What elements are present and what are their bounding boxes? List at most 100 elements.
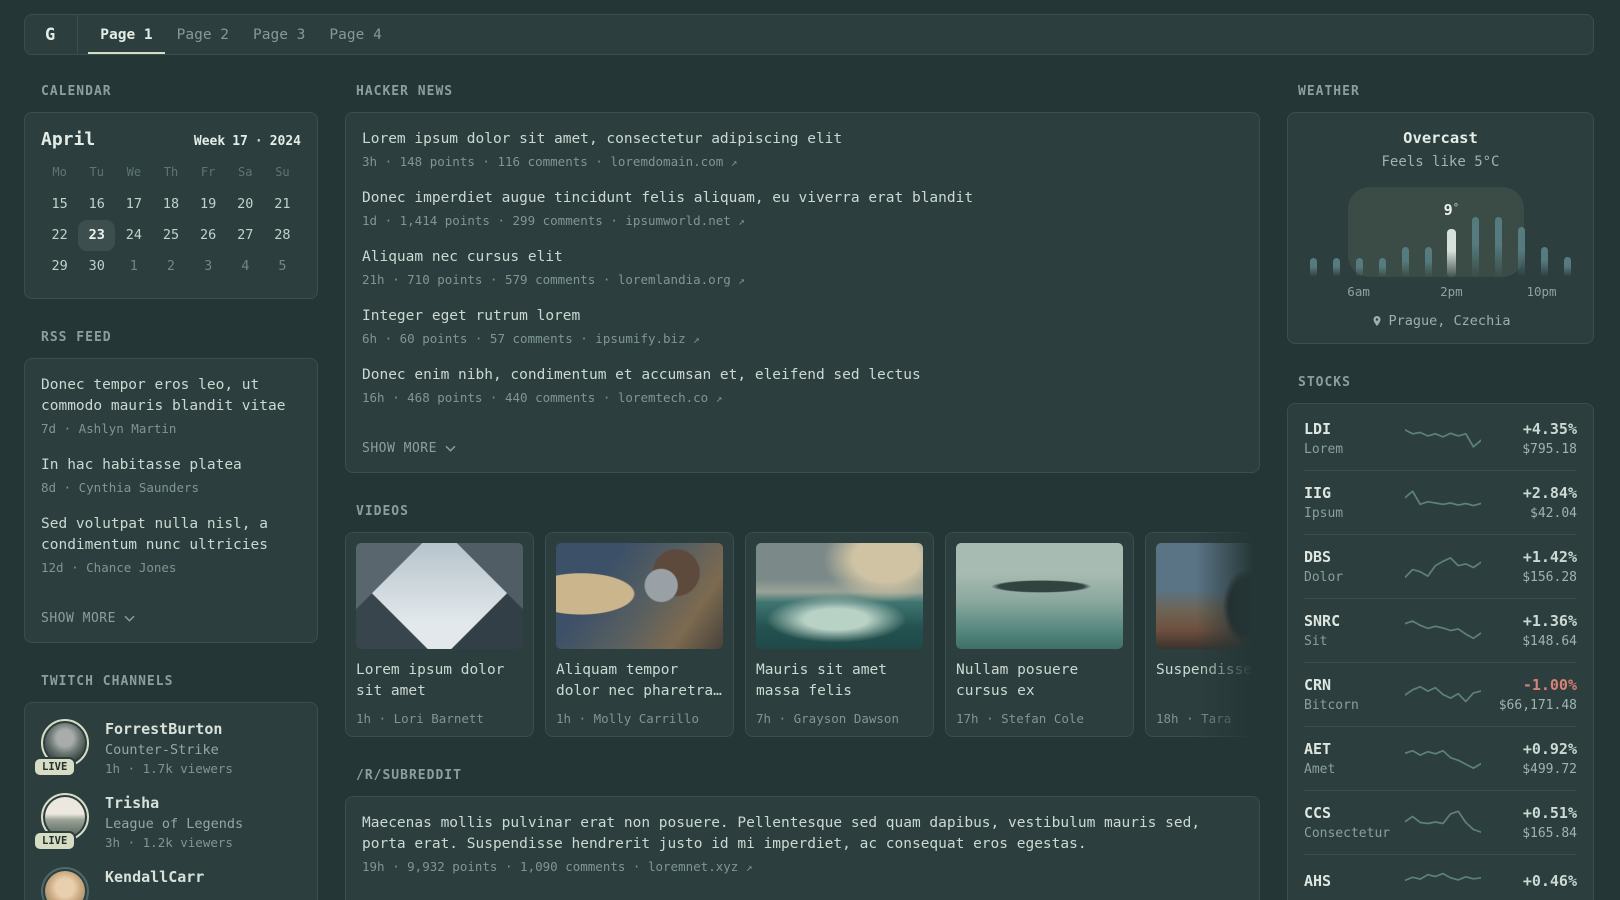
- rss-show-more-button[interactable]: SHOW MORE: [41, 611, 136, 626]
- tab-page-2[interactable]: Page 2: [165, 15, 241, 54]
- weather-card: Overcast Feels like 5°C 9° 6am 2pm 10pm …: [1287, 112, 1594, 344]
- stock-row[interactable]: AHS +0.46%: [1304, 854, 1577, 900]
- video-card[interactable]: Mauris sit amet massa felis 7h · Grayson…: [745, 532, 934, 737]
- live-badge: LIVE: [35, 833, 75, 849]
- nav-divider: [77, 15, 79, 54]
- video-title[interactable]: Aliquam tempor dolor nec pharetra…: [556, 660, 723, 702]
- hn-domain-link[interactable]: ipsumworld.net ↗: [625, 213, 745, 228]
- stock-values: +0.51% $165.84: [1481, 804, 1577, 841]
- rss-item-meta: 7d · Ashlyn Martin: [41, 421, 177, 436]
- tab-page-4[interactable]: Page 4: [317, 15, 393, 54]
- weather-bar: [1355, 258, 1363, 277]
- hn-meta-text: 6h · 60 points · 57 comments ·: [362, 331, 596, 346]
- app-logo[interactable]: G: [45, 15, 77, 54]
- videos-carousel: Lorem ipsum dolor sit amet consectetu… 1…: [345, 532, 1260, 737]
- stock-id: LDI Lorem: [1304, 420, 1405, 457]
- stock-row[interactable]: CCS Consectetur +0.51% $165.84: [1304, 790, 1577, 854]
- reddit-post-title[interactable]: Maecenas mollis pulvinar erat non posuer…: [362, 813, 1243, 855]
- calendar-year: 2024: [269, 134, 301, 149]
- stock-id: AHS: [1304, 872, 1405, 894]
- stock-name: Amet: [1304, 762, 1336, 777]
- hn-meta-text: 1d · 1,414 points · 299 comments ·: [362, 213, 626, 228]
- external-link-icon: ↗: [730, 156, 738, 169]
- twitch-channel-name[interactable]: ForrestBurton: [105, 719, 233, 739]
- hn-domain-link[interactable]: loremtech.co ↗: [618, 390, 722, 405]
- location-pin-icon: [1373, 316, 1381, 326]
- live-badge: LIVE: [35, 759, 75, 775]
- hn-item-title[interactable]: Integer eget rutrum lorem: [362, 306, 1243, 327]
- stock-sparkline: [1405, 749, 1481, 769]
- weather-bar: [1332, 258, 1340, 277]
- stock-row[interactable]: SNRC Sit +1.36% $148.64: [1304, 598, 1577, 662]
- rss-item-title[interactable]: Sed volutpat nulla nisl, a condimentum n…: [41, 514, 301, 556]
- calendar-day: 28: [274, 227, 291, 243]
- stock-values: -1.00% $66,171.48: [1481, 676, 1577, 713]
- day-name: Su: [275, 165, 290, 179]
- hn-show-more-button[interactable]: SHOW MORE: [362, 441, 457, 456]
- rss-item-title[interactable]: In hac habitasse platea: [41, 455, 301, 476]
- video-meta: 17h · Stefan Cole: [956, 711, 1084, 726]
- stock-price: $148.64: [1522, 634, 1577, 649]
- calendar-day-next-month: 3: [204, 258, 213, 274]
- twitch-channel-name[interactable]: Trisha: [105, 793, 243, 813]
- stock-id: DBS Dolor: [1304, 548, 1405, 585]
- stock-ticker: CRN: [1304, 676, 1332, 694]
- twitch-channel-row[interactable]: LIVE ForrestBurton Counter-Strike 1h · 1…: [35, 719, 301, 776]
- twitch-channel-row[interactable]: LIVE Trisha League of Legends 3h · 1.2k …: [35, 793, 301, 850]
- video-title[interactable]: Lorem ipsum dolor sit amet consectetu…: [356, 660, 523, 702]
- chevron-down-icon: [445, 445, 456, 452]
- video-title[interactable]: Suspendisse diam: [1156, 660, 1260, 702]
- day-name: We: [126, 165, 142, 179]
- stock-change: +2.84%: [1522, 484, 1577, 502]
- twitch-channel-row[interactable]: KendallCarr: [41, 867, 301, 900]
- stock-row[interactable]: AET Amet +0.92% $499.72: [1304, 726, 1577, 790]
- stock-row[interactable]: DBS Dolor +1.42% $156.28: [1304, 534, 1577, 598]
- tab-page-1[interactable]: Page 1: [88, 15, 165, 54]
- video-card[interactable]: Suspendisse diam 18h · Tara: [1145, 532, 1260, 737]
- stock-price: $165.84: [1522, 826, 1577, 841]
- video-meta: 18h · Tara: [1156, 711, 1232, 726]
- videos-track: Lorem ipsum dolor sit amet consectetu… 1…: [345, 532, 1260, 737]
- twitch-channel-info: Trisha League of Legends 3h · 1.2k viewe…: [105, 793, 243, 850]
- hn-item: Aliquam nec cursus elit 21h · 710 points…: [362, 247, 1243, 287]
- calendar-day: 25: [162, 227, 180, 243]
- stock-id: CCS Consectetur: [1304, 804, 1405, 841]
- page-tabs: Page 1 Page 2 Page 3 Page 4: [88, 15, 394, 54]
- twitch-avatar-wrap: LIVE: [35, 793, 89, 849]
- hn-item-title[interactable]: Donec imperdiet augue tincidunt felis al…: [362, 188, 1243, 209]
- twitch-channel-name[interactable]: KendallCarr: [105, 867, 204, 887]
- stock-row[interactable]: LDI Lorem +4.35% $795.18: [1304, 407, 1577, 470]
- hn-item-title[interactable]: Aliquam nec cursus elit: [362, 247, 1243, 268]
- hn-domain-link[interactable]: loremlandia.org ↗: [618, 272, 745, 287]
- subreddit-card: Maecenas mollis pulvinar erat non posuer…: [345, 796, 1260, 900]
- hn-item-title[interactable]: Donec enim nibh, condimentum et accumsan…: [362, 365, 1243, 386]
- videos-header: VIDEOS: [356, 504, 409, 519]
- stock-row[interactable]: CRN Bitcorn -1.00% $66,171.48: [1304, 662, 1577, 726]
- day-name: Sa: [238, 165, 253, 179]
- video-card[interactable]: Nullam posuere cursus ex 17h · Stefan Co…: [945, 532, 1134, 737]
- external-link-icon: ↗: [693, 333, 700, 346]
- separator-dot: ·: [254, 134, 263, 149]
- day-name: Mo: [52, 165, 67, 179]
- video-card[interactable]: Lorem ipsum dolor sit amet consectetu… 1…: [345, 532, 534, 737]
- rss-item-title[interactable]: Donec tempor eros leo, ut commodo mauris…: [41, 375, 301, 417]
- video-title[interactable]: Mauris sit amet massa felis: [756, 660, 923, 702]
- calendar-card: April Week 17 · 2024 Mo Tu We Th Fr Sa S…: [24, 112, 318, 299]
- video-card[interactable]: Aliquam tempor dolor nec pharetra… 1h · …: [545, 532, 734, 737]
- dashboard-columns: CALENDAR April Week 17 · 2024 Mo Tu We T…: [24, 84, 1594, 900]
- stock-name: Bitcorn: [1304, 698, 1359, 713]
- video-title[interactable]: Nullam posuere cursus ex: [956, 660, 1123, 702]
- twitch-channel-info: ForrestBurton Counter-Strike 1h · 1.7k v…: [105, 719, 233, 776]
- reddit-domain-link[interactable]: loremnet.xyz ↗: [648, 859, 752, 874]
- video-meta: 1h · Molly Carrillo: [556, 711, 699, 726]
- stock-name: Sit: [1304, 634, 1328, 649]
- reddit-post: Maecenas mollis pulvinar erat non posuer…: [362, 813, 1243, 874]
- hn-item-title[interactable]: Lorem ipsum dolor sit amet, consectetur …: [362, 129, 1243, 150]
- stock-row[interactable]: IIG Ipsum +2.84% $42.04: [1304, 470, 1577, 534]
- hn-domain-link[interactable]: loremdomain.com ↗: [610, 154, 737, 169]
- hn-meta-text: 21h · 710 points · 579 comments ·: [362, 272, 618, 287]
- hn-domain-link[interactable]: ipsumify.biz ↗: [595, 331, 699, 346]
- tab-page-3[interactable]: Page 3: [241, 15, 317, 54]
- hn-item-meta: 6h · 60 points · 57 comments · ipsumify.…: [362, 331, 1243, 346]
- hackernews-widget: HACKER NEWS Lorem ipsum dolor sit amet, …: [345, 84, 1260, 473]
